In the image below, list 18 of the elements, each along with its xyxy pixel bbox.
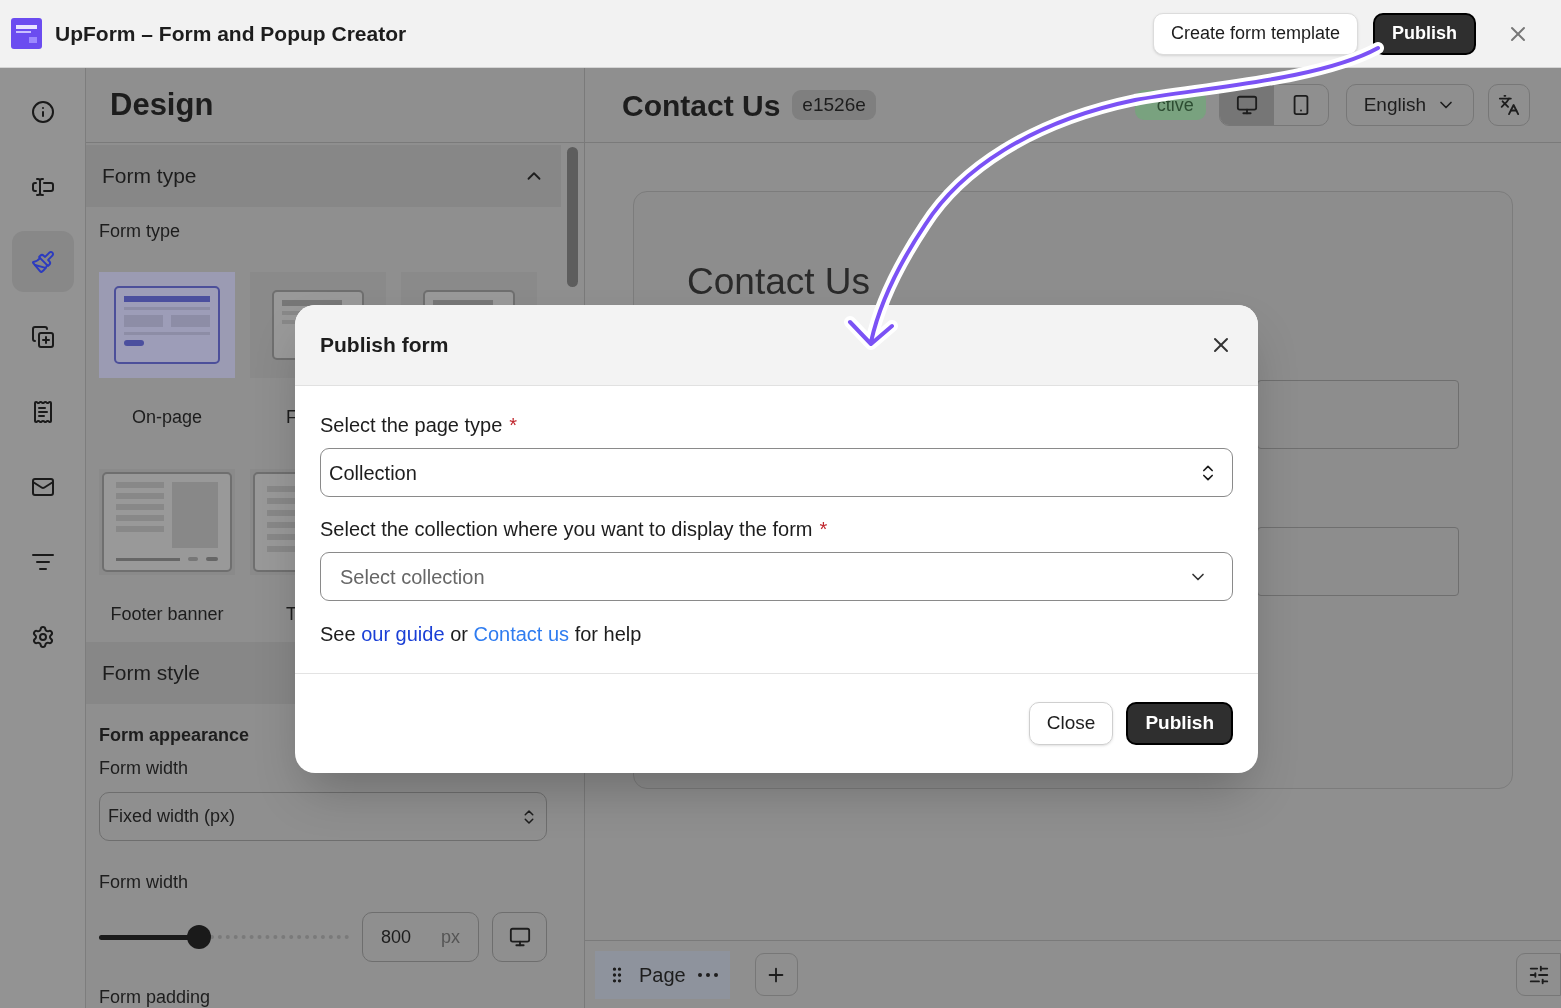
option-label: On-page [131,406,203,429]
app-title: UpForm – Form and Popup Creator [55,20,407,47]
form-id-badge: e1526e [792,90,876,120]
panel-title: Design [110,85,214,124]
required-mark: * [819,517,828,542]
option-label: Footer banner [110,603,224,626]
field-label: Form width [99,757,189,780]
field-label: Select the page type [320,413,503,438]
preview-heading: Contact Us [687,261,870,302]
field-label: Form width [99,871,189,894]
option-label: F [285,406,297,429]
required-mark: * [509,413,518,438]
field-label: Select the collection where you want to display the form [320,517,813,542]
field-label: Form type [99,220,182,243]
dialog-title: Publish form [320,332,450,359]
group-title: Form appearance [99,724,251,747]
form-title: Contact Us [622,87,781,124]
field-label: Form padding [99,986,212,1008]
